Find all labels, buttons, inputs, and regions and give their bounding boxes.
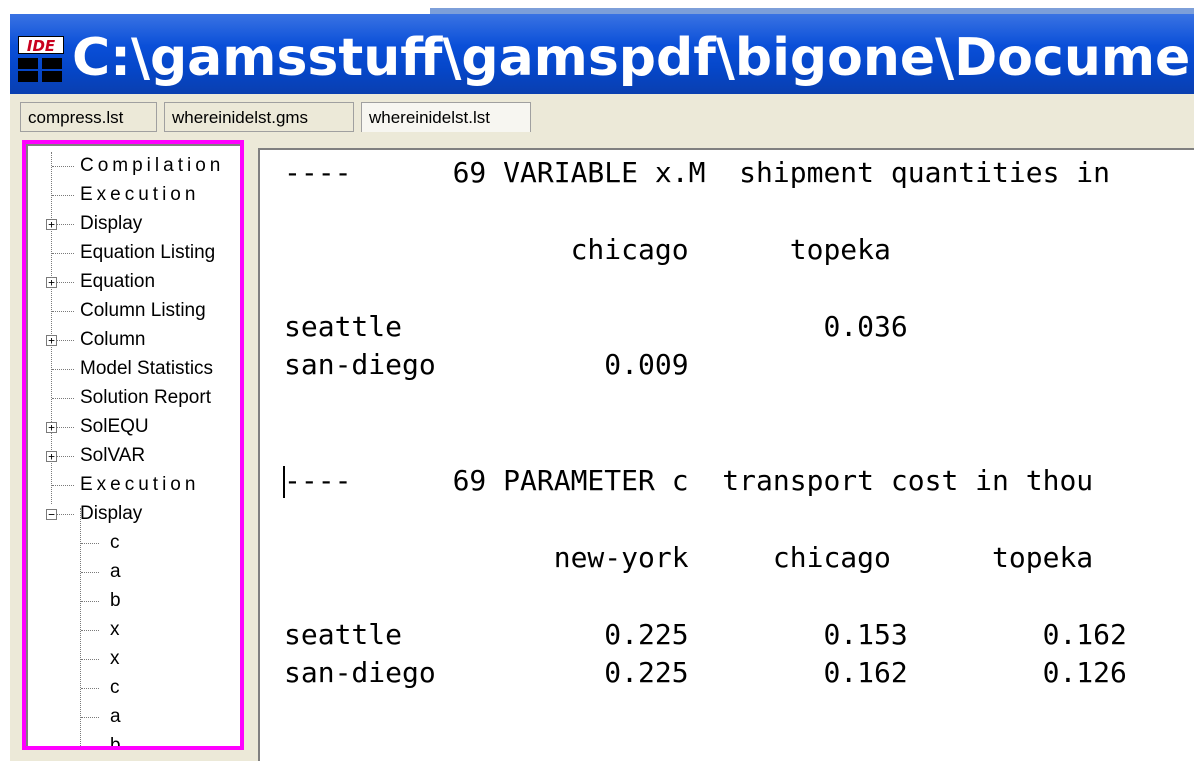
tree-child-a-2[interactable]: a [110,703,121,731]
ide-icon[interactable]: IDE [18,36,64,82]
expand-icon[interactable]: + [46,335,57,346]
tree-item-equation-listing[interactable]: Equation Listing [80,239,215,267]
ide-icon-label: IDE [18,36,64,55]
expand-icon[interactable]: + [46,277,57,288]
text-cursor [283,466,285,498]
tree-child-b-2[interactable]: b [110,732,121,746]
app-window: IDE C:\gamsstuff\gamspdf\bigone\Document… [10,8,1194,761]
tree-item-column[interactable]: Column [80,326,145,354]
tree-child-b[interactable]: b [110,587,121,615]
listing-line: seattle 0.036 [284,310,908,343]
tree-child-c[interactable]: c [110,529,120,557]
tree-item-compilation[interactable]: Compilation [80,152,224,180]
tab-whereinidelst-gms[interactable]: whereinidelst.gms [164,102,354,132]
ide-icon-grid [18,56,64,82]
tree-item-solvar[interactable]: SolVAR [80,442,145,470]
tree-item-equation[interactable]: Equation [80,268,155,296]
tab-whereinidelst-lst[interactable]: whereinidelst.lst [361,102,531,132]
collapse-icon[interactable]: − [46,509,57,520]
listing-line: chicago topeka [284,233,891,266]
listing-pane[interactable]: ---- 69 VARIABLE x.M shipment quantities… [258,148,1194,761]
file-tab-bar: compress.lst whereinidelst.gms whereinid… [10,94,1194,140]
listing-line: ---- 69 VARIABLE x.M shipment quantities… [284,156,1111,189]
tree-child-c-2[interactable]: c [110,674,120,702]
listing-line: seattle 0.225 0.153 0.162 [284,618,1127,651]
listing-line: san-diego 0.009 [284,348,689,381]
tree-child-x-2[interactable]: x [110,645,120,673]
tree-child-a[interactable]: a [110,558,121,586]
listing-line: ---- 69 PARAMETER c transport cost in th… [284,464,1094,497]
expand-icon[interactable]: + [46,219,57,230]
window-title: C:\gamsstuff\gamspdf\bigone\Document [72,28,1194,88]
listing-line: new-york chicago topeka [284,541,1094,574]
tree-item-model-statistics[interactable]: Model Statistics [80,355,213,383]
tree-item-solution-report[interactable]: Solution Report [80,384,211,412]
listing-tree-panel: Compilation Execution + Display Equation… [22,140,244,750]
tree-item-execution[interactable]: Execution [80,181,199,209]
tab-compress-lst[interactable]: compress.lst [20,102,157,132]
expand-icon[interactable]: + [46,451,57,462]
tree-item-column-listing[interactable]: Column Listing [80,297,206,325]
listing-tree[interactable]: Compilation Execution + Display Equation… [26,144,240,746]
tree-item-display[interactable]: Display [80,210,142,238]
listing-line: san-diego 0.225 0.162 0.126 [284,656,1127,689]
tree-child-x[interactable]: x [110,616,120,644]
tree-item-execution-2[interactable]: Execution [80,471,199,499]
tree-item-display-2[interactable]: Display [80,500,142,528]
tree-item-solequ[interactable]: SolEQU [80,413,149,441]
title-bar[interactable]: IDE C:\gamsstuff\gamspdf\bigone\Document [10,14,1194,94]
expand-icon[interactable]: + [46,422,57,433]
pane-splitter[interactable] [244,140,258,761]
